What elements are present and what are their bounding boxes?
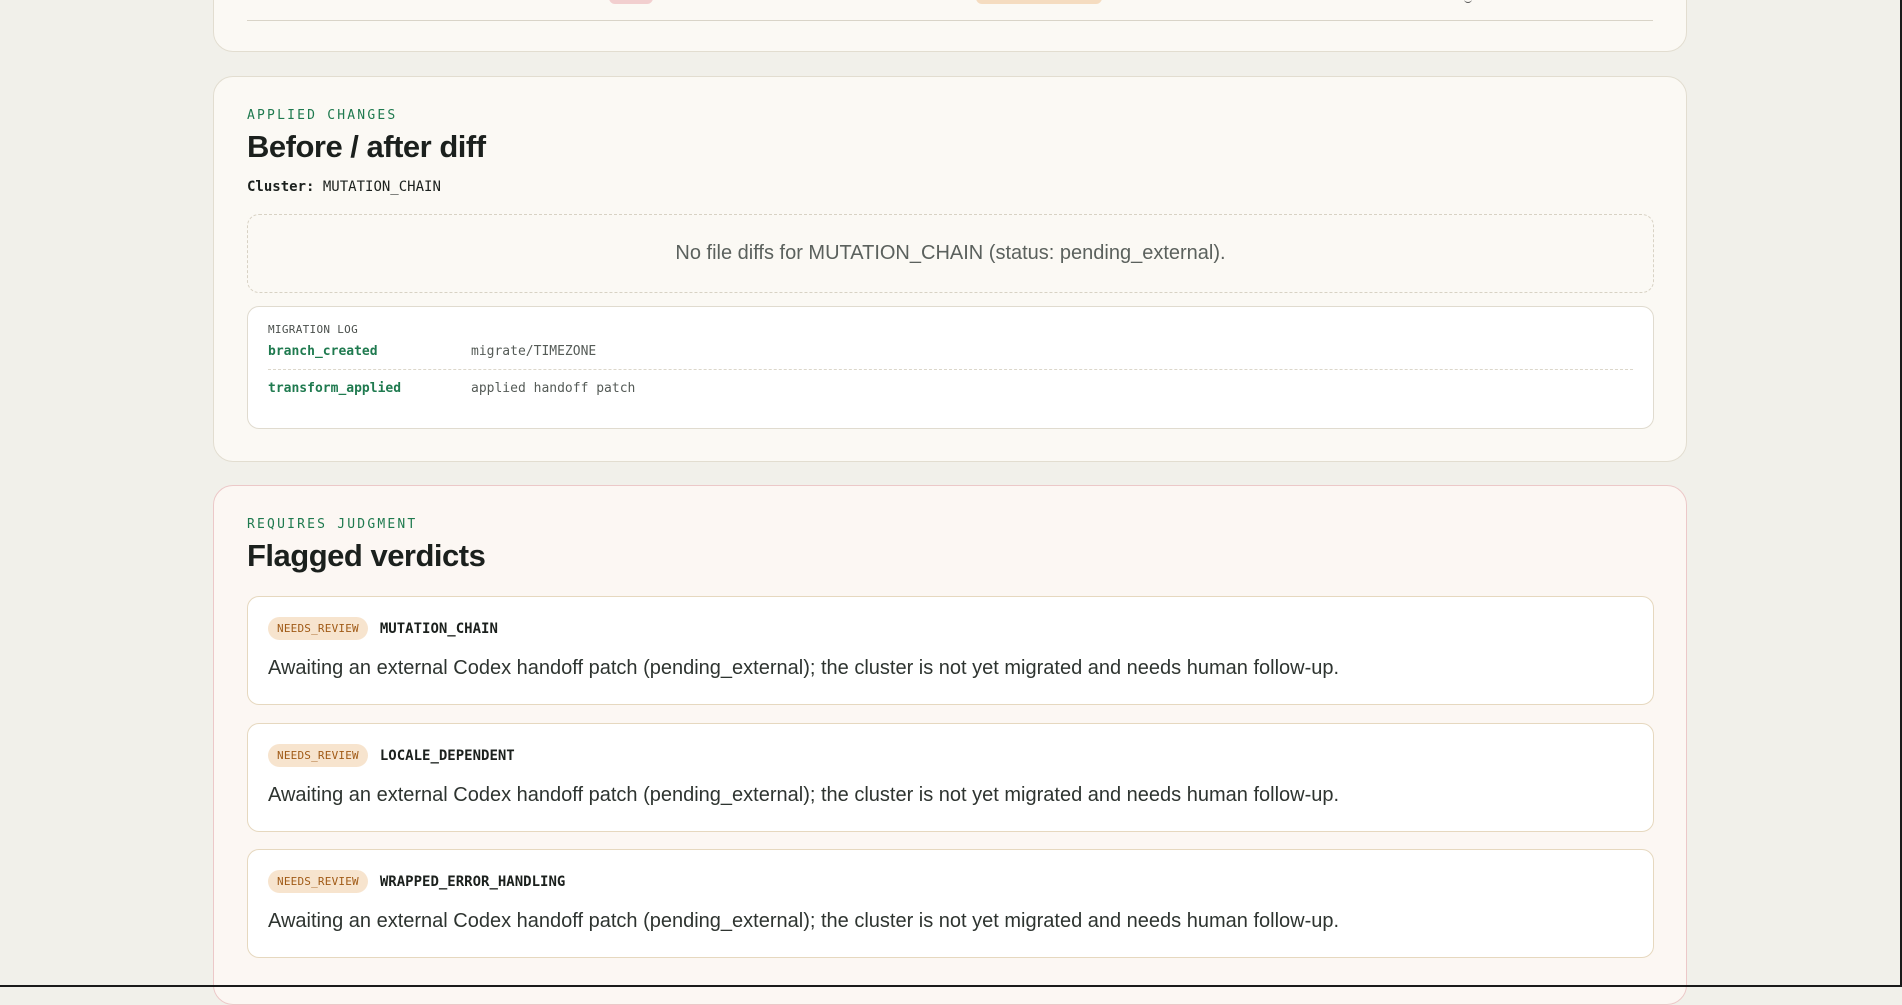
status-badge: NEEDS_REVIEW — [268, 744, 368, 767]
log-key: branch_created — [268, 343, 378, 359]
migration-log: MIGRATION LOG branch_created migrate/TIM… — [247, 306, 1654, 429]
verdict-cluster: WRAPPED_ERROR_HANDLING — [379, 873, 566, 890]
status-badge: NEEDS_REVIEW — [268, 617, 368, 640]
verdict-item: NEEDS_REVIEW LOCALE_DEPENDENT Awaiting a… — [247, 723, 1654, 832]
section-title: Before / after diff — [247, 129, 486, 164]
verdict-item: NEEDS_REVIEW WRAPPED_ERROR_HANDLING Awai… — [247, 849, 1654, 958]
verdict-cluster: LOCALE_DEPENDENT — [379, 747, 515, 764]
applied-changes-card: APPLIED CHANGES Before / after diff Clus… — [213, 76, 1687, 462]
previous-section-card — [213, 0, 1687, 52]
verdict-text: Awaiting an external Codex handoff patch… — [268, 910, 1340, 932]
status-pill-fragment — [976, 0, 1102, 4]
status-badge: NEEDS_REVIEW — [268, 870, 368, 893]
migration-log-row: transform_applied applied handoff patch — [268, 370, 1633, 406]
section-eyebrow: APPLIED CHANGES — [247, 108, 398, 123]
cluster-line: Cluster: MUTATION_CHAIN — [247, 179, 441, 195]
log-value: migrate/TIMEZONE — [471, 343, 597, 359]
log-value: applied handoff patch — [471, 380, 636, 396]
verdict-text: Awaiting an external Codex handoff patch… — [268, 657, 1340, 679]
chevron-fragment-icon — [1464, 0, 1472, 3]
verdict-text: Awaiting an external Codex handoff patch… — [268, 784, 1340, 806]
migration-log-row: branch_created migrate/TIMEZONE — [268, 333, 1633, 370]
cluster-label: Cluster: — [247, 179, 315, 195]
divider — [247, 20, 1653, 21]
verdict-cluster: MUTATION_CHAIN — [379, 620, 498, 637]
verdict-item: NEEDS_REVIEW MUTATION_CHAIN Awaiting an … — [247, 596, 1654, 705]
empty-diff-message: No file diffs for MUTATION_CHAIN (status… — [247, 214, 1654, 293]
verdict-header: NEEDS_REVIEW LOCALE_DEPENDENT — [268, 744, 515, 767]
section-title: Flagged verdicts — [247, 538, 486, 573]
verdict-header: NEEDS_REVIEW MUTATION_CHAIN — [268, 617, 498, 640]
verdict-header: NEEDS_REVIEW WRAPPED_ERROR_HANDLING — [268, 870, 565, 893]
status-pill-fragment — [609, 0, 653, 4]
flagged-verdicts-card: REQUIRES JUDGMENT Flagged verdicts NEEDS… — [213, 485, 1687, 1005]
log-key: transform_applied — [268, 380, 402, 396]
section-eyebrow: REQUIRES JUDGMENT — [247, 517, 418, 532]
cluster-value: MUTATION_CHAIN — [322, 179, 441, 195]
